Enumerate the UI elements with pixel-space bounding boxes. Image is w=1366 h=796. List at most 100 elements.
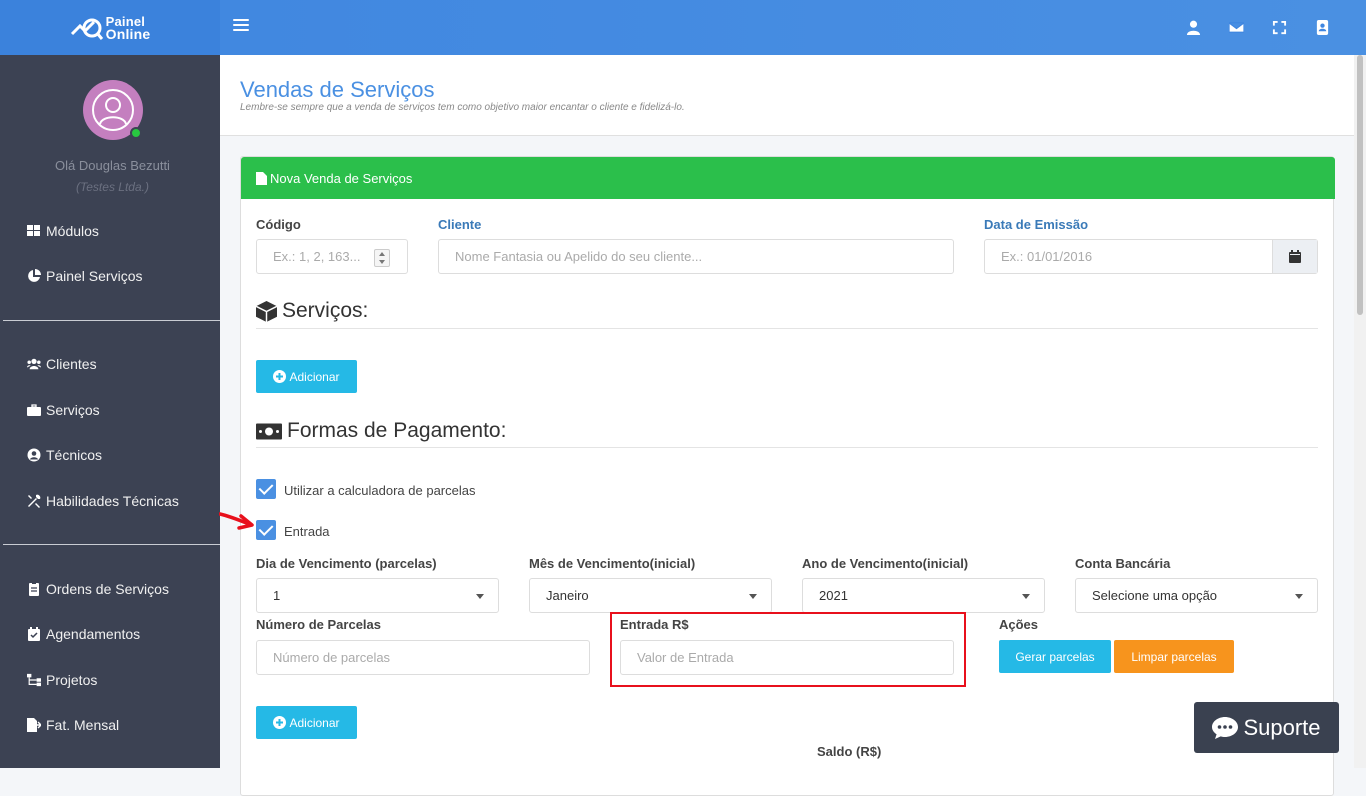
entrada-checkbox-label: Entrada — [284, 524, 330, 539]
briefcase-icon — [27, 404, 41, 416]
sidebar-item-agendamentos[interactable]: Agendamentos — [27, 624, 140, 644]
brand-logo[interactable]: Painel Online — [0, 0, 220, 55]
sidebar-item-painel-servicos[interactable]: Painel Serviços — [27, 266, 143, 286]
dia-venc-value: 1 — [273, 588, 281, 603]
menu-toggle-icon[interactable] — [233, 19, 249, 35]
top-navbar: Painel Online — [0, 0, 1366, 55]
num-parcelas-placeholder: Número de parcelas — [273, 650, 391, 665]
support-label: Suporte — [1243, 714, 1321, 740]
envelope-icon[interactable] — [1215, 0, 1258, 55]
codigo-label: Código — [256, 217, 301, 232]
avatar[interactable] — [83, 80, 143, 140]
servicos-title-text: Serviços: — [282, 299, 369, 322]
user-greeting: Olá Douglas Bezutti — [55, 158, 170, 173]
address-book-icon[interactable] — [1301, 0, 1344, 55]
online-status-dot — [130, 127, 142, 139]
conta-select[interactable]: Selecione uma opção — [1075, 578, 1318, 613]
logo-icon — [70, 18, 103, 40]
sidebar-item-label: Projetos — [46, 672, 98, 688]
plus-circle-icon — [273, 370, 287, 383]
page-title: Vendas de Serviços — [240, 77, 435, 102]
sidebar-item-label: Clientes — [46, 356, 97, 372]
conta-value: Selecione uma opção — [1092, 588, 1218, 603]
sidebar-item-label: Técnicos — [46, 447, 103, 463]
section-divider — [256, 328, 1318, 329]
page-subtitle: Lembre-se sempre que a venda de serviços… — [240, 102, 685, 113]
servicos-section-title: Serviços: — [256, 299, 368, 323]
gerar-parcelas-button[interactable]: Gerar parcelas — [999, 640, 1111, 673]
clipboard-icon — [29, 582, 39, 596]
mes-venc-select[interactable]: Janeiro — [529, 578, 772, 613]
data-emissao-placeholder: Ex.: 01/01/2016 — [1001, 249, 1093, 264]
sidebar-item-fat-mensal[interactable]: Fat. Mensal — [27, 715, 119, 735]
data-emissao-input[interactable]: Ex.: 01/01/2016 — [984, 239, 1318, 274]
codigo-placeholder: Ex.: 1, 2, 163... — [273, 249, 361, 264]
dia-venc-select[interactable]: 1 — [256, 578, 499, 613]
mes-venc-value: Janeiro — [546, 588, 589, 603]
card-header: Nova Venda de Serviços — [241, 157, 1335, 199]
brand-text: Painel Online — [106, 15, 151, 41]
sidebar-item-tecnicos[interactable]: Técnicos — [27, 445, 102, 465]
acoes-label: Ações — [999, 617, 1039, 632]
add-pagamento-label: Adicionar — [289, 715, 340, 730]
saldo-label: Saldo (R$) — [817, 744, 882, 759]
sidebar-item-label: Módulos — [46, 223, 99, 239]
add-servico-button[interactable]: Adicionar — [256, 360, 357, 393]
dia-venc-label: Dia de Vencimento (parcelas) — [256, 556, 437, 571]
support-button[interactable]: Suporte — [1194, 702, 1339, 753]
top-icons — [1172, 0, 1344, 55]
sidebar-item-projetos[interactable]: Projetos — [27, 670, 97, 690]
num-parcelas-input[interactable]: Número de parcelas — [256, 640, 590, 675]
entrada-checkbox[interactable] — [256, 520, 276, 540]
sidebar: Olá Douglas Bezutti (Testes Ltda.) Módul… — [0, 55, 220, 768]
sidebar-item-ordens[interactable]: Ordens de Serviços — [27, 579, 169, 599]
sitemap-icon — [27, 673, 41, 687]
chevron-down-icon — [1295, 594, 1303, 599]
calculadora-checkbox[interactable] — [256, 479, 276, 499]
user-avatar-icon — [92, 89, 134, 131]
pagamento-title-text: Formas de Pagamento: — [287, 419, 507, 442]
scrollbar-thumb[interactable] — [1357, 55, 1363, 315]
fullscreen-icon[interactable] — [1258, 0, 1301, 55]
section-divider — [256, 447, 1318, 448]
grid-icon — [27, 225, 40, 236]
ano-venc-select[interactable]: 2021 — [802, 578, 1045, 613]
num-parcelas-label: Número de Parcelas — [256, 617, 382, 632]
sidebar-item-clientes[interactable]: Clientes — [27, 354, 97, 374]
sidebar-item-label: Fat. Mensal — [46, 717, 120, 733]
add-pagamento-button[interactable]: Adicionar — [256, 706, 357, 739]
number-spinner-icon[interactable] — [374, 249, 390, 267]
calendar-button[interactable] — [1272, 240, 1317, 273]
limpar-parcelas-button[interactable]: Limpar parcelas — [1114, 640, 1234, 673]
users-icon — [27, 358, 41, 370]
calendar-icon — [1289, 250, 1301, 263]
highlight-box — [610, 612, 966, 687]
card-title: Nova Venda de Serviços — [270, 170, 413, 186]
mes-venc-label: Mês de Vencimento(inicial) — [529, 556, 696, 571]
sidebar-item-modulos[interactable]: Módulos — [27, 221, 99, 241]
codigo-input[interactable]: Ex.: 1, 2, 163... — [256, 239, 408, 274]
sidebar-item-label: Habilidades Técnicas — [46, 493, 179, 509]
sidebar-item-label: Agendamentos — [46, 626, 141, 642]
money-bill-icon — [256, 423, 282, 439]
red-arrow-icon — [219, 512, 254, 530]
sidebar-item-habilidades[interactable]: Habilidades Técnicas — [27, 491, 179, 511]
sidebar-item-servicos[interactable]: Serviços — [27, 400, 100, 420]
chevron-down-icon — [749, 594, 757, 599]
sidebar-divider — [3, 544, 220, 545]
plus-circle-icon — [273, 716, 287, 729]
user-icon[interactable] — [1172, 0, 1215, 55]
ano-venc-label: Ano de Vencimento(inicial) — [802, 556, 969, 571]
pie-chart-icon — [28, 269, 41, 282]
chevron-down-icon — [476, 594, 484, 599]
cliente-placeholder: Nome Fantasia ou Apelido do seu cliente.… — [455, 249, 703, 264]
cliente-label: Cliente — [438, 217, 482, 232]
sidebar-divider — [3, 320, 220, 321]
data-emissao-label: Data de Emissão — [984, 217, 1089, 232]
calendar-check-icon — [28, 627, 40, 641]
cliente-input[interactable]: Nome Fantasia ou Apelido do seu cliente.… — [438, 239, 954, 274]
sidebar-item-label: Ordens de Serviços — [46, 581, 169, 597]
file-icon — [256, 171, 267, 185]
page-scrollbar[interactable] — [1354, 55, 1366, 768]
tools-icon — [28, 494, 41, 508]
